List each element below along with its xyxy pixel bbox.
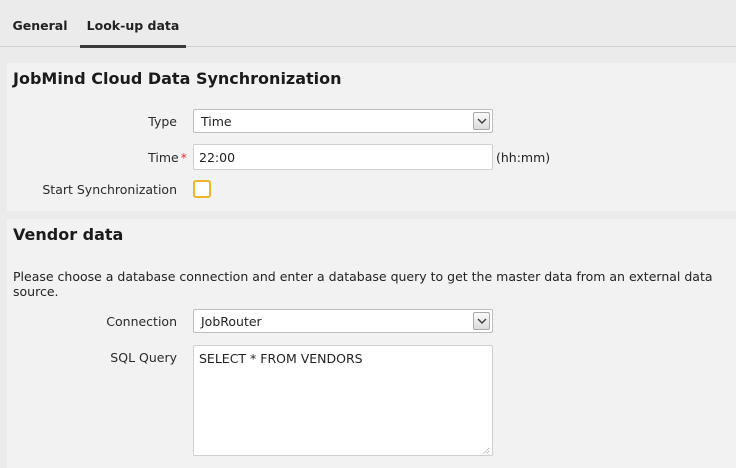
start-sync-checkbox[interactable] [193, 180, 211, 198]
start-sync-label: Start Synchronization [42, 182, 177, 197]
time-label-text: Time [148, 150, 179, 165]
tab-lookup-data[interactable]: Look-up data [80, 0, 186, 48]
vendor-section-title: Vendor data [13, 225, 124, 244]
time-label: Time * [7, 150, 187, 165]
vendor-description: Please choose a database connection and … [13, 269, 713, 299]
sql-query-textarea[interactable]: SELECT * FROM VENDORS [193, 345, 493, 456]
time-format-hint: (hh:mm) [496, 150, 551, 165]
connection-select[interactable]: JobRouter [193, 309, 493, 333]
sync-panel: JobMind Cloud Data Synchronization Type … [7, 63, 736, 211]
sql-query-label: SQL Query [110, 350, 177, 365]
time-input[interactable]: 22:00 [193, 144, 493, 170]
vendor-panel: Vendor data Please choose a database con… [7, 219, 736, 468]
sync-section-title: JobMind Cloud Data Synchronization [13, 69, 342, 88]
resize-grip-icon[interactable] [480, 443, 490, 455]
chevron-down-icon[interactable] [473, 112, 490, 130]
type-label: Type [148, 114, 177, 129]
chevron-down-icon[interactable] [473, 312, 490, 330]
sql-query-text: SELECT * FROM VENDORS [199, 351, 363, 366]
type-select[interactable]: Time [193, 109, 493, 133]
tab-general[interactable]: General [0, 0, 80, 47]
connection-label: Connection [106, 314, 177, 329]
tab-bar: General Look-up data [0, 0, 736, 48]
required-asterisk: * [180, 150, 187, 165]
type-select-value: Time [201, 114, 232, 129]
connection-select-value: JobRouter [201, 314, 262, 329]
